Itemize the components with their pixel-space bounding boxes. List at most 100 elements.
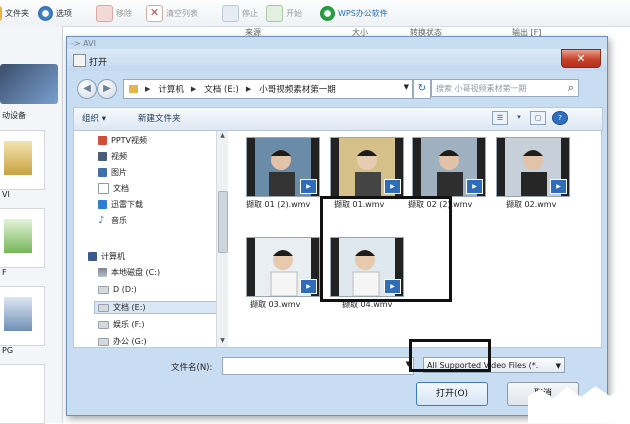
remove-icon (96, 4, 113, 22)
nav-item-pictures[interactable]: 图片 (98, 167, 127, 178)
pptv-video-icon (98, 136, 107, 145)
breadcrumb-separator-icon: ▶ (245, 85, 252, 93)
search-input[interactable]: 搜索 小哥视频素材第一期 ⌕ (431, 79, 579, 97)
stop-button[interactable]: 停止 (222, 4, 258, 22)
forward-arrow-icon: ▶ (103, 83, 111, 94)
breadcrumb-separator-icon: ▶ (190, 85, 197, 93)
computer-icon (88, 252, 97, 261)
video-library-icon (98, 152, 107, 161)
thunder-download-icon (98, 200, 107, 209)
close-icon: ✕ (576, 52, 586, 65)
address-bar[interactable]: ▶ 计算机 ▶ 文档 (E:) ▶ 小哥视频素材第一期 ▼ (123, 79, 413, 99)
file-thumbnail[interactable]: ▶ (412, 137, 486, 197)
open-button[interactable]: 打开(O) (416, 382, 488, 406)
view-options-icon[interactable]: ☰ (492, 111, 508, 125)
nav-item-drive-e[interactable]: 文档 (E:) (94, 301, 219, 314)
preview-pane-icon[interactable]: ▢ (530, 111, 546, 125)
nav-item-thunder-download[interactable]: 迅雷下载 (98, 199, 143, 210)
close-button[interactable]: ✕ (561, 49, 601, 68)
filename-input[interactable]: ▼ (222, 357, 414, 375)
local-disk-icon (98, 268, 107, 277)
devices-label: 动设备 (2, 111, 26, 120)
stop-icon (222, 4, 239, 22)
wps-icon (320, 5, 335, 21)
scroll-up-icon[interactable]: ▲ (218, 132, 227, 141)
wmv-file-icon: ▶ (466, 179, 483, 194)
scrollbar-thumb[interactable] (218, 191, 228, 253)
dialog-app-icon (73, 54, 86, 67)
drive-icon (98, 320, 109, 329)
format-tile-jpg[interactable] (0, 286, 45, 346)
organize-menu[interactable]: 组织 ▾ (82, 112, 106, 124)
format-label-avi: VI (2, 190, 10, 199)
nav-item-local-disk-c[interactable]: 本地磁盘 (C:) (98, 267, 160, 278)
avi-icon (4, 141, 32, 175)
breadcrumb-separator-icon: ▶ (145, 85, 151, 93)
drive-icon (98, 285, 109, 294)
file-name[interactable]: 撷取 01 (2).wmv (246, 199, 310, 210)
format-tile-more[interactable] (0, 364, 45, 424)
clear-list-icon: ✕ (146, 4, 163, 22)
annotation-box-open-button (409, 339, 491, 372)
nav-item-drive-f[interactable]: 娱乐 (F:) (98, 319, 144, 330)
documents-icon (98, 183, 109, 194)
add-folder-button[interactable]: 文件夹 (0, 4, 29, 22)
file-name[interactable]: 撷取 03.wmv (250, 299, 300, 310)
devices-icon (0, 64, 58, 104)
refresh-icon: ↻ (417, 83, 427, 94)
back-arrow-icon: ◀ (83, 83, 91, 94)
new-folder-button[interactable]: 新建文件夹 (138, 112, 181, 124)
nav-item-drive-g[interactable]: 办公 (G:) (98, 336, 147, 347)
back-button[interactable]: ◀ (77, 79, 97, 99)
music-icon: ♪ (98, 215, 105, 226)
dialog-footer: 文件名(N): ▼ All Supported Video Files (*. … (67, 347, 607, 415)
view-dropdown-icon[interactable]: ▾ (512, 111, 526, 123)
format-tile-gif[interactable] (0, 208, 45, 268)
pictures-icon (98, 168, 107, 177)
refresh-button[interactable]: ↻ (413, 79, 431, 99)
drive-icon (98, 337, 109, 346)
jpg-icon (4, 297, 32, 331)
nav-item-pptv-video[interactable]: PPTV视频 (98, 135, 147, 146)
parent-window-title: -> AVI (71, 39, 96, 48)
options-button[interactable]: 选项 (38, 4, 72, 22)
nav-item-computer[interactable]: 计算机 (88, 251, 125, 262)
folder-icon (129, 85, 138, 93)
file-thumbnail[interactable]: ▶ (246, 237, 320, 297)
wmv-file-icon: ▶ (300, 179, 317, 194)
breadcrumb-drive-e[interactable]: 文档 (E:) (204, 83, 239, 95)
chevron-down-icon[interactable]: ▼ (404, 83, 409, 91)
filename-label: 文件名(N): (171, 363, 213, 373)
nav-scrollbar[interactable]: ▲ ▼ (216, 131, 228, 347)
search-icon[interactable]: ⌕ (568, 81, 574, 95)
nav-item-music[interactable]: ♪ 音乐 (98, 215, 127, 226)
format-tile-avi[interactable] (0, 130, 45, 190)
file-name[interactable]: 撷取 02.wmv (506, 199, 556, 210)
wps-office-button[interactable]: WPS办公软件 (320, 4, 388, 22)
chevron-down-icon: ▼ (555, 362, 561, 370)
start-icon (266, 4, 283, 22)
breadcrumb-computer[interactable]: 计算机 (158, 83, 184, 95)
options-icon (38, 5, 53, 21)
file-thumbnail[interactable]: ▶ (246, 137, 320, 197)
dialog-titlebar[interactable]: 打开 ✕ (67, 49, 607, 71)
breadcrumb-current-folder[interactable]: 小哥视频素材第一期 (259, 83, 336, 95)
nav-item-documents[interactable]: 文档 (98, 183, 129, 194)
format-sidebar: 动设备 VI F PG (0, 26, 63, 424)
help-icon[interactable]: ? (552, 111, 568, 125)
file-thumbnail[interactable]: ▶ (330, 137, 404, 197)
nav-item-drive-d[interactable]: D (D:) (98, 285, 137, 294)
drive-icon (98, 303, 109, 312)
scroll-down-icon[interactable]: ▼ (218, 337, 227, 346)
navigation-pane: PPTV视频 视频 图片 文档 迅雷下载 ♪ 音乐 计算机 本地磁盘 (C:) (73, 130, 229, 348)
address-bar-row: ◀ ▶ ▶ 计算机 ▶ 文档 (E:) ▶ 小哥视频素材第一期 ▼ ↻ 搜索 小… (73, 77, 601, 101)
clear-list-button[interactable]: ✕ 清空列表 (146, 4, 198, 22)
file-thumbnail[interactable]: ▶ (496, 137, 570, 197)
nav-item-videos[interactable]: 视频 (98, 151, 127, 162)
remove-button[interactable]: 移除 (96, 4, 132, 22)
start-button[interactable]: 开始 (266, 4, 302, 22)
wmv-file-icon: ▶ (550, 179, 567, 194)
forward-button[interactable]: ▶ (97, 79, 117, 99)
annotation-box-selected-file (320, 196, 452, 302)
folder-icon (0, 5, 2, 21)
